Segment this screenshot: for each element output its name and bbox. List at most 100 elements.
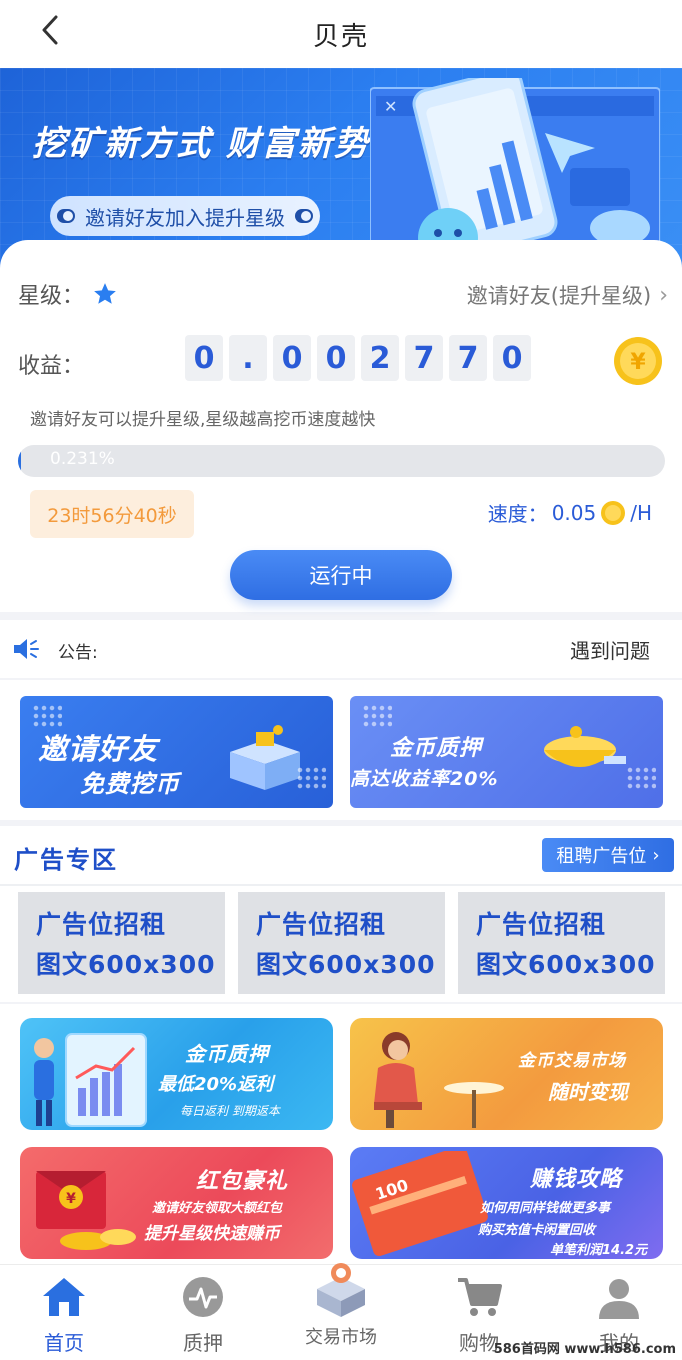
running-button[interactable]: 运行中 xyxy=(230,550,452,600)
banner-pill-label: 邀请好友加入提升星级 xyxy=(85,205,285,230)
nav-pledge[interactable]: 质押 xyxy=(148,1265,258,1360)
feature-tiles: 邀请好友 免费挖币 金币质押 高达收益率20% xyxy=(0,680,682,820)
red-packet-illustration: ¥ xyxy=(36,1171,136,1250)
income-digit: 2 xyxy=(361,335,399,381)
dots-decoration xyxy=(296,766,326,790)
income-digit: 7 xyxy=(449,335,487,381)
invite-friends-link[interactable]: 邀请好友(提升星级) › xyxy=(467,280,668,310)
income-counter: 0 . 0 0 2 7 7 0 xyxy=(185,335,531,381)
income-digit: 0 xyxy=(273,335,311,381)
promo-coin-market[interactable]: 金币交易市场 随时变现 xyxy=(350,1018,663,1130)
dots-decoration xyxy=(32,704,62,728)
svg-text:¥: ¥ xyxy=(66,1191,76,1207)
income-digit: . xyxy=(229,335,267,381)
star-icon xyxy=(94,283,116,304)
income-digit: 0 xyxy=(493,335,531,381)
coin-pledge-tile[interactable]: 金币质押 高达收益率20% xyxy=(350,696,663,808)
ad-slot-title: 广告位招租 xyxy=(256,910,387,939)
income-digit: 0 xyxy=(185,335,223,381)
promo-subtitle: 提升星级快速赚币 xyxy=(144,1224,280,1244)
income-label: 收益： xyxy=(18,354,85,379)
notice-label: 公告: xyxy=(58,643,98,663)
star-level-label: 星级： xyxy=(18,284,85,309)
ad-slot-title: 广告位招租 xyxy=(36,910,167,939)
nav-label: 质押 xyxy=(183,1331,223,1355)
promo-title: 金币质押 xyxy=(185,1042,269,1066)
top-bar: 贝壳 xyxy=(0,0,682,68)
speed-unit: /H xyxy=(630,500,652,525)
progress-label: 0.231% xyxy=(50,449,115,469)
star-level-row: 星级： xyxy=(18,278,118,310)
promo-extra: 单笔利润14.2元 xyxy=(550,1243,648,1258)
notice-text: 遇到问题 xyxy=(570,639,650,663)
promo-earning-guide[interactable]: 100 赚钱攻略 如何用同样钱做更多事 购买充值卡闲置回收 单笔利润14.2元 xyxy=(350,1147,663,1259)
nav-home[interactable]: 首页 xyxy=(9,1265,119,1360)
promo-title: 红包豪礼 xyxy=(196,1169,289,1194)
promo-red-packet[interactable]: ¥ 红包豪礼 邀请好友领取大额红包 提升星级快速赚币 xyxy=(20,1147,333,1259)
countdown-timer: 23时56分40秒 xyxy=(30,490,194,538)
tile-subtitle: 高达收益率20% xyxy=(350,768,499,790)
ad-slot[interactable]: 广告位招租 图文600x300 xyxy=(18,892,225,994)
chevron-left-icon xyxy=(42,15,58,45)
page-title: 贝壳 xyxy=(312,21,369,52)
progress-fill xyxy=(18,445,22,477)
phone-chart-illustration: ✕ xyxy=(370,78,660,253)
promo-tagline: 每日返利 到期返本 xyxy=(180,1104,280,1118)
promo-subtitle: 随时变现 xyxy=(548,1080,628,1104)
speed-label: 速度： xyxy=(487,502,548,526)
speed-value: 0.05 xyxy=(551,500,597,525)
promo-tagline: 如何用同样钱做更多事 xyxy=(480,1201,611,1216)
ad-slot-title: 广告位招租 xyxy=(476,910,607,939)
speaker-icon xyxy=(14,639,39,659)
notice-bar[interactable]: 公告: 遇到问题 xyxy=(0,620,682,678)
mining-speed: 速度： 0.05 /H xyxy=(488,498,652,527)
ad-zone: 广告专区 租聘广告位 › 广告位招租 图文600x300 广告位招租 图文600… xyxy=(0,826,682,1002)
gold-coin-icon: ¥ xyxy=(614,337,662,385)
tile-title: 邀请好友 xyxy=(38,732,159,766)
promo-tagline: 邀请好友领取大额红包 xyxy=(152,1201,283,1216)
ad-slot-size: 图文600x300 xyxy=(256,950,436,979)
nav-label: 交易市场 xyxy=(305,1327,377,1348)
cart-icon xyxy=(455,1273,503,1321)
dots-decoration xyxy=(362,704,392,728)
invite-mining-tile[interactable]: 邀请好友 免费挖币 xyxy=(20,696,333,808)
hero-banner[interactable]: 挖矿新方式 财富新势力 邀请好友加入提升星级 ✕ xyxy=(0,68,682,268)
recharge-card-illustration: 100 xyxy=(352,1151,488,1257)
nav-label: 首页 xyxy=(44,1331,84,1355)
promo-subtitle: 最低20%返利 xyxy=(158,1074,274,1095)
woman-table-illustration xyxy=(374,1032,504,1128)
tile-subtitle: 免费挖币 xyxy=(80,770,180,798)
dots-decoration xyxy=(626,766,656,790)
ad-slot[interactable]: 广告位招租 图文600x300 xyxy=(238,892,445,994)
gold-pot-icon xyxy=(544,726,626,767)
promo-coin-pledge[interactable]: 金币质押 最低20%返利 每日返利 到期返本 xyxy=(20,1018,333,1130)
back-button[interactable] xyxy=(30,10,70,50)
invite-link-label: 邀请好友(提升星级) xyxy=(466,284,652,308)
pulse-icon xyxy=(179,1273,227,1321)
divider xyxy=(0,884,682,886)
tile-title: 金币质押 xyxy=(390,736,483,761)
banner-headline: 挖矿新方式 财富新势力 xyxy=(32,124,406,164)
promo-title: 金币交易市场 xyxy=(518,1051,626,1071)
promo-subtitle: 购买充值卡闲置回收 xyxy=(478,1223,596,1238)
ad-zone-title: 广告专区 xyxy=(14,846,118,874)
toggle-icon xyxy=(295,209,313,223)
phone-growth-illustration xyxy=(34,1033,147,1127)
rent-ad-button[interactable]: 租聘广告位 › xyxy=(542,838,674,872)
svg-text:¥: ¥ xyxy=(630,350,646,375)
mining-card: 星级： 邀请好友(提升星级) › 收益： 0 . 0 0 2 7 7 0 ¥ 邀… xyxy=(0,240,682,612)
market-icon xyxy=(311,1259,371,1319)
ad-slot-size: 图文600x300 xyxy=(476,950,656,979)
ad-slot[interactable]: 广告位招租 图文600x300 xyxy=(458,892,665,994)
mining-progress-bar: 0.231% xyxy=(18,445,665,477)
chevron-right-icon: › xyxy=(652,844,660,866)
svg-text:✕: ✕ xyxy=(384,97,397,116)
coin-icon xyxy=(601,500,626,525)
nav-market[interactable]: 交易市场 xyxy=(286,1263,396,1360)
income-digit: 0 xyxy=(317,335,355,381)
user-icon xyxy=(595,1273,643,1321)
income-digit: 7 xyxy=(405,335,443,381)
banner-invite-pill[interactable]: 邀请好友加入提升星级 xyxy=(50,196,320,236)
promo-grid: 金币质押 最低20%返利 每日返利 到期返本 金币交易市场 随时变现 ¥ 红包豪… xyxy=(0,1004,682,1264)
watermark: 586首码网 www.h586.com xyxy=(493,1342,676,1357)
